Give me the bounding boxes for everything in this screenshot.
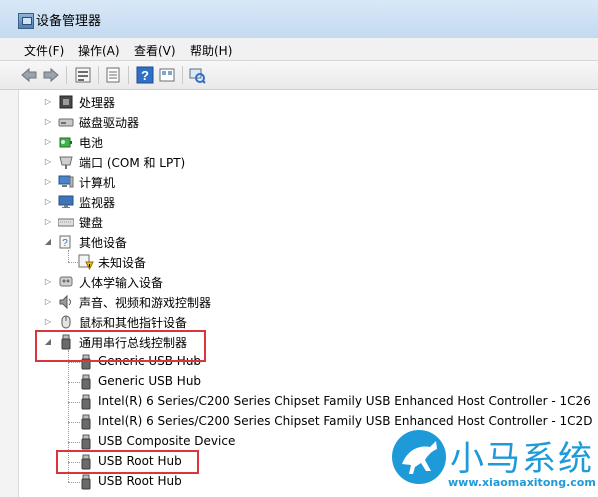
usb-device-icon: [81, 374, 91, 390]
usb-device-icon: [81, 414, 91, 430]
tree-item-label: 电池: [79, 136, 104, 150]
expand-toggle[interactable]: ▷: [43, 197, 53, 206]
disk-drive-icon: [58, 118, 74, 127]
scan-hardware-icon[interactable]: [188, 66, 206, 84]
tree-item-label: 人体学输入设备: [79, 276, 164, 290]
forward-arrow-icon[interactable]: [42, 66, 60, 84]
view-icon[interactable]: [158, 66, 176, 84]
toolbar-separator: [98, 66, 99, 84]
tree-item-keyboards[interactable]: ▷ 键盘: [0, 212, 598, 232]
expand-toggle[interactable]: ▷: [43, 97, 53, 106]
menu-bar: 文件(F) 操作(A) 查看(V) 帮助(H): [0, 38, 598, 61]
tree-item-usb-child[interactable]: Generic USB Hub: [0, 372, 598, 392]
toolbar-separator: [66, 66, 67, 84]
monitor-icon: [58, 195, 74, 208]
tree-item-hid[interactable]: ▷ 人体学输入设备: [0, 272, 598, 292]
horse-logo-icon: [392, 430, 446, 484]
expand-toggle[interactable]: ▷: [43, 297, 53, 306]
processor-icon: [59, 95, 73, 109]
watermark-logo: 小马系统 www.xiaomaxitong.com: [386, 425, 596, 495]
tree-item-processor[interactable]: ▷ 处理器: [0, 92, 598, 112]
usb-device-icon: [81, 474, 91, 490]
tree-item-other-devices[interactable]: ◢ ? 其他设备: [0, 232, 598, 252]
sound-icon: [59, 294, 71, 310]
list-icon[interactable]: [104, 66, 122, 84]
tree-item-label: Intel(R) 6 Series/C200 Series Chipset Fa…: [98, 394, 591, 408]
battery-icon: [59, 137, 72, 148]
help-icon[interactable]: ?: [136, 66, 154, 84]
collapse-toggle[interactable]: ◢: [43, 237, 53, 246]
tree-item-battery[interactable]: ▷ 电池: [0, 132, 598, 152]
expand-toggle[interactable]: ▷: [43, 117, 53, 126]
expand-toggle[interactable]: ▷: [43, 277, 53, 286]
title-bar: 设备管理器: [0, 0, 598, 39]
menu-view[interactable]: 查看(V): [130, 41, 180, 60]
other-devices-icon: ?: [59, 235, 71, 249]
tree-item-label: 处理器: [79, 96, 116, 110]
back-arrow-icon[interactable]: [20, 66, 38, 84]
watermark-brand: 小马系统: [450, 439, 594, 479]
tree-item-unknown-device[interactable]: 未知设备: [0, 252, 598, 272]
tree-item-label: 其他设备: [79, 236, 128, 250]
tree-item-label: 监视器: [79, 196, 116, 210]
toolbar-separator: [182, 66, 183, 84]
tree-item-sound[interactable]: ▷ 声音、视频和游戏控制器: [0, 292, 598, 312]
menu-help[interactable]: 帮助(H): [186, 41, 236, 60]
mouse-icon: [61, 315, 71, 329]
menu-file[interactable]: 文件(F): [20, 41, 68, 60]
svg-text:?: ?: [141, 68, 149, 83]
port-icon: [59, 156, 73, 169]
menu-action[interactable]: 操作(A): [74, 41, 124, 60]
expand-toggle[interactable]: ▷: [43, 157, 53, 166]
tree-item-label: 声音、视频和游戏控制器: [79, 296, 212, 310]
svg-text:?: ?: [62, 238, 68, 249]
tree-item-label: 鼠标和其他指针设备: [79, 316, 188, 330]
tree-item-label: 未知设备: [98, 256, 147, 270]
usb-device-icon: [81, 434, 91, 450]
tree-item-label: Generic USB Hub: [98, 374, 202, 388]
expand-toggle[interactable]: ▷: [43, 317, 53, 326]
unknown-device-warning-icon: [78, 254, 94, 270]
computer-icon: [58, 175, 74, 188]
tree-item-label: 磁盘驱动器: [79, 116, 140, 130]
tree-item-disk-drives[interactable]: ▷ 磁盘驱动器: [0, 112, 598, 132]
tree-item-mouse[interactable]: ▷ 鼠标和其他指针设备: [0, 312, 598, 332]
toolbar: ?: [0, 61, 598, 90]
highlight-box: [35, 330, 206, 362]
watermark-url: www.xiaomaxitong.com: [448, 476, 596, 489]
tree-item-label: 键盘: [79, 216, 104, 230]
tree-item-ports[interactable]: ▷ 端口 (COM 和 LPT): [0, 152, 598, 172]
keyboard-icon: [58, 218, 74, 227]
expand-toggle[interactable]: ▷: [43, 137, 53, 146]
tree-item-label: USB Root Hub: [98, 474, 182, 488]
expand-toggle[interactable]: ▷: [43, 177, 53, 186]
properties-icon[interactable]: [74, 66, 92, 84]
tree-item-label: USB Composite Device: [98, 434, 236, 448]
device-manager-icon: [18, 13, 34, 29]
highlight-box: [56, 450, 199, 474]
tree-item-label: 端口 (COM 和 LPT): [79, 156, 186, 170]
tree-item-label: 计算机: [79, 176, 116, 190]
toolbar-separator: [128, 66, 129, 84]
tree-item-usb-child[interactable]: Intel(R) 6 Series/C200 Series Chipset Fa…: [0, 392, 598, 412]
expand-toggle[interactable]: ▷: [43, 217, 53, 226]
usb-device-icon: [81, 394, 91, 410]
tree-item-monitors[interactable]: ▷ 监视器: [0, 192, 598, 212]
hid-icon: [59, 276, 73, 287]
tree-item-computer[interactable]: ▷ 计算机: [0, 172, 598, 192]
window-title: 设备管理器: [36, 14, 102, 29]
